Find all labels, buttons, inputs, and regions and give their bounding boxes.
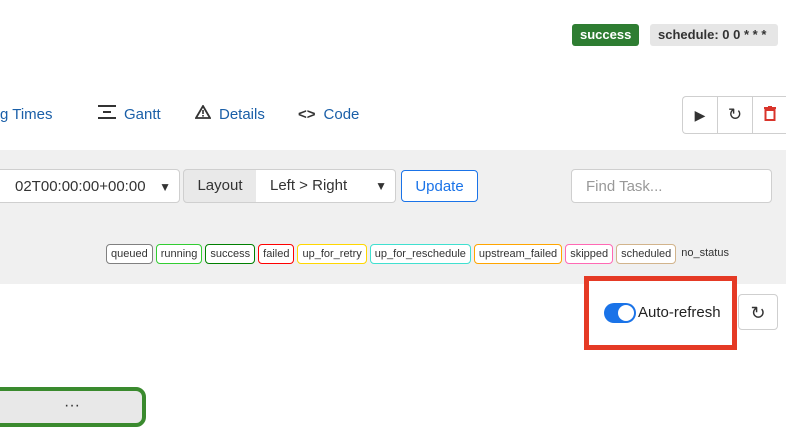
status-badge: success (572, 24, 640, 46)
tab-landing-times[interactable]: g Times (0, 98, 53, 132)
tab-label: Gantt (124, 106, 161, 123)
tab-details[interactable]: Details (194, 98, 265, 132)
legend-upstream-failed: upstream_failed (473, 244, 563, 264)
execution-date-select[interactable]: 02T00:00:00+00:00 ▼ (0, 169, 180, 203)
execution-date-value: 02T00:00:00+00:00 (15, 178, 146, 195)
legend-up-for-reschedule: up_for_reschedule (369, 244, 471, 264)
delete-dag-button[interactable] (753, 97, 786, 133)
task-node-label: ··· (64, 397, 80, 414)
state-legend: queued running success failed up_for_ret… (106, 244, 729, 264)
code-icon: <> (298, 106, 316, 123)
refresh-graph-button[interactable]: ↻ (738, 294, 778, 330)
dag-action-buttons: ▶ ↻ (682, 96, 786, 134)
tab-code[interactable]: <> Code (298, 98, 359, 132)
refresh-icon: ↻ (727, 105, 743, 124)
legend-queued: queued (106, 244, 153, 264)
layout-value: Left > Right (270, 177, 348, 194)
find-task-input[interactable] (571, 169, 772, 203)
legend-scheduled: scheduled (616, 244, 677, 264)
refresh-dag-button[interactable]: ↻ (718, 97, 753, 133)
warning-triangle-icon (194, 98, 212, 132)
chevron-down-icon: ▼ (375, 179, 387, 193)
update-button[interactable]: Update (401, 170, 478, 202)
auto-refresh-label: Auto-refresh (638, 304, 721, 321)
schedule-badge: schedule: 0 0 * * * (650, 24, 779, 46)
gantt-icon (98, 98, 116, 132)
trigger-dag-button[interactable]: ▶ (683, 97, 718, 133)
tab-label: g Times (0, 106, 53, 123)
graph-task-node[interactable]: ··· (0, 387, 146, 427)
legend-skipped: skipped (565, 244, 614, 264)
tab-label: Code (323, 106, 360, 123)
auto-refresh-toggle[interactable] (604, 303, 636, 323)
legend-success: success (205, 244, 256, 264)
trash-icon (764, 106, 776, 124)
legend-running: running (155, 244, 203, 264)
tab-label: Details (219, 106, 265, 123)
legend-up-for-retry: up_for_retry (297, 244, 367, 264)
layout-select[interactable]: Left > Right ▼ (256, 169, 396, 203)
tab-gantt[interactable]: Gantt (98, 98, 161, 132)
layout-label: Layout (183, 169, 257, 203)
play-icon: ▶ (694, 106, 706, 123)
refresh-icon: ↻ (750, 303, 766, 323)
legend-no-status: no_status (681, 247, 729, 259)
chevron-down-icon: ▼ (159, 180, 171, 194)
legend-failed: failed (258, 244, 295, 264)
